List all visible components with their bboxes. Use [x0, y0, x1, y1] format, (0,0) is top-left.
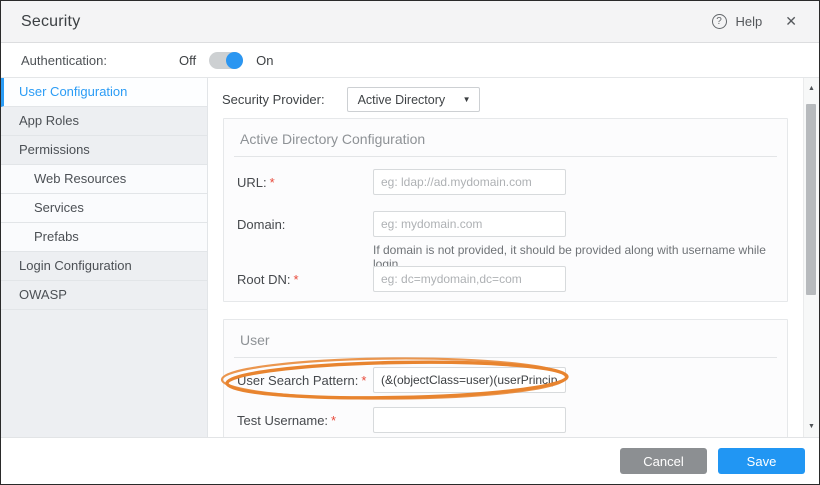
sidebar-item-user-configuration[interactable]: User Configuration — [1, 78, 207, 107]
vertical-scrollbar[interactable]: ▲ ▼ — [803, 78, 819, 437]
sidebar-item-app-roles[interactable]: App Roles — [1, 107, 207, 136]
domain-field-row: Domain: — [237, 211, 777, 237]
divider — [234, 156, 777, 157]
sidebar: User Configuration App Roles Permissions… — [1, 78, 208, 437]
required-asterisk: * — [361, 373, 366, 388]
user-panel: User User Search Pattern:* Test Username… — [223, 319, 788, 437]
toggle-on-label: On — [256, 53, 273, 68]
required-asterisk: * — [293, 272, 298, 287]
sidebar-item-prefabs[interactable]: Prefabs — [1, 223, 207, 252]
scrollbar-up-arrow[interactable]: ▲ — [804, 85, 819, 92]
divider — [234, 357, 777, 358]
sidebar-item-login-configuration[interactable]: Login Configuration — [1, 252, 207, 281]
root-dn-input[interactable] — [373, 266, 566, 292]
toggle-off-label: Off — [179, 53, 196, 68]
authentication-toggle[interactable] — [209, 52, 243, 69]
security-provider-label: Security Provider: — [222, 92, 325, 107]
authentication-label: Authentication: — [21, 53, 107, 68]
dialog-body: User Configuration App Roles Permissions… — [1, 78, 819, 437]
close-icon[interactable]: ✕ — [785, 13, 797, 30]
required-asterisk: * — [331, 413, 336, 428]
url-input[interactable] — [373, 169, 566, 195]
url-label: URL:* — [237, 175, 373, 190]
security-dialog: Security ? Help ✕ Authentication: Off On… — [0, 0, 820, 485]
toggle-knob — [226, 52, 243, 69]
user-search-pattern-row: User Search Pattern:* — [237, 367, 777, 393]
sidebar-item-services[interactable]: Services — [1, 194, 207, 223]
user-panel-title: User — [224, 320, 787, 357]
sidebar-item-owasp[interactable]: OWASP — [1, 281, 207, 310]
scrollbar-down-arrow[interactable]: ▼ — [804, 423, 819, 430]
test-username-label: Test Username:* — [237, 413, 373, 428]
ad-panel-title: Active Directory Configuration — [224, 119, 787, 156]
url-field-row: URL:* — [237, 169, 777, 195]
security-provider-row: Security Provider: Active Directory ▼ — [222, 87, 480, 112]
security-provider-value: Active Directory — [358, 93, 446, 107]
domain-input[interactable] — [373, 211, 566, 237]
security-provider-select[interactable]: Active Directory ▼ — [347, 87, 480, 112]
user-search-pattern-label: User Search Pattern:* — [237, 373, 373, 388]
dialog-header: Security ? Help ✕ — [1, 1, 819, 43]
page-title: Security — [21, 13, 80, 31]
main-content: Security Provider: Active Directory ▼ Ac… — [208, 78, 803, 437]
scrollbar-thumb[interactable] — [806, 104, 816, 295]
active-directory-config-panel: Active Directory Configuration URL:* Dom… — [223, 118, 788, 302]
chevron-down-icon: ▼ — [463, 95, 471, 104]
user-search-pattern-input[interactable] — [373, 367, 566, 393]
help-link[interactable]: Help — [736, 14, 763, 29]
test-username-row: Test Username:* — [237, 407, 777, 433]
domain-label: Domain: — [237, 217, 373, 232]
dialog-footer: Cancel Save — [1, 437, 819, 484]
root-dn-field-row: Root DN:* — [237, 266, 777, 292]
sidebar-item-web-resources[interactable]: Web Resources — [1, 165, 207, 194]
cancel-button[interactable]: Cancel — [620, 448, 707, 474]
test-username-input[interactable] — [373, 407, 566, 433]
help-icon[interactable]: ? — [712, 14, 727, 29]
save-button[interactable]: Save — [718, 448, 805, 474]
required-asterisk: * — [270, 175, 275, 190]
authentication-row: Authentication: Off On — [1, 44, 819, 78]
root-dn-label: Root DN:* — [237, 272, 373, 287]
sidebar-item-permissions[interactable]: Permissions — [1, 136, 207, 165]
